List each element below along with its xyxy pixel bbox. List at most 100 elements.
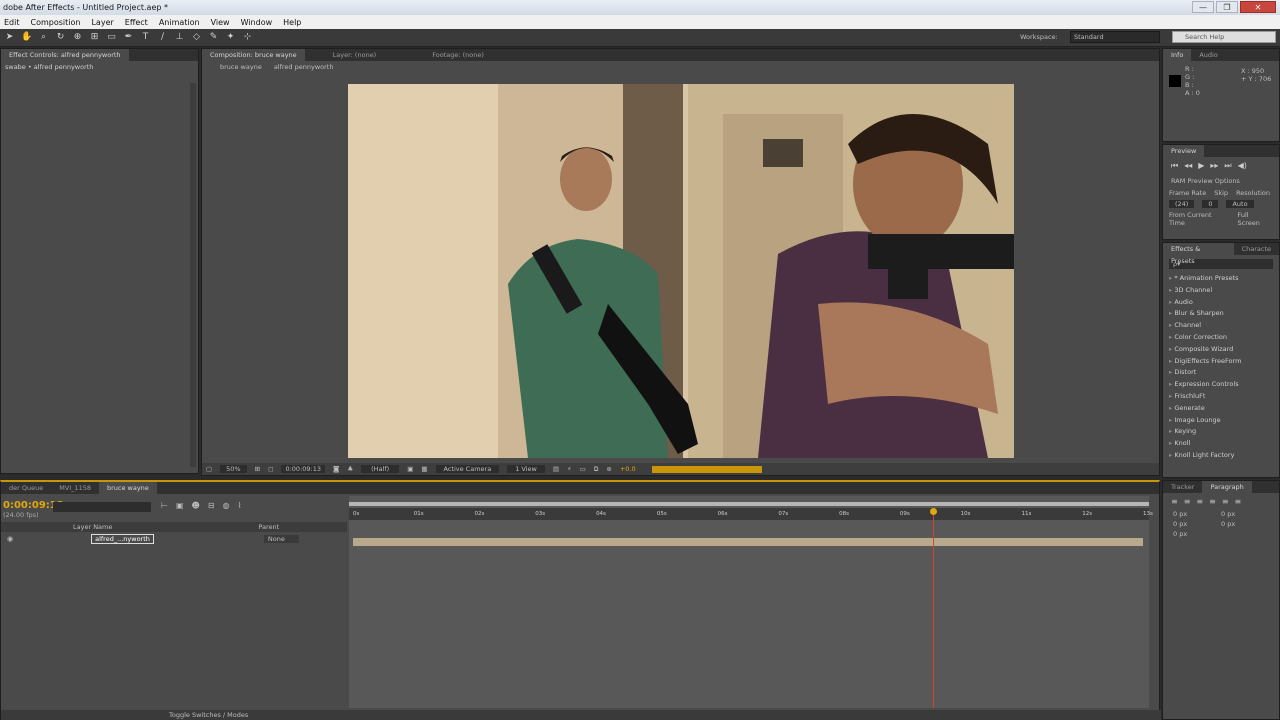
list-item[interactable]: * Animation Presets bbox=[1163, 273, 1279, 285]
hand-tool-icon[interactable]: ✋ bbox=[21, 32, 32, 43]
type-tool-icon[interactable]: T bbox=[140, 32, 151, 43]
menu-view[interactable]: View bbox=[211, 18, 230, 27]
ram-preview-options[interactable]: RAM Preview Options bbox=[1163, 175, 1279, 187]
tab-paragraph[interactable]: Paragraph bbox=[1202, 481, 1252, 493]
pixel-aspect-icon[interactable]: ▤ bbox=[553, 465, 559, 473]
breadcrumb-layer[interactable]: alfred pennyworth bbox=[274, 63, 334, 71]
comp-mini-flowchart-icon[interactable]: ⊢ bbox=[161, 501, 168, 510]
list-item[interactable]: Color Correction bbox=[1163, 332, 1279, 344]
graph-editor-icon[interactable]: ⌇ bbox=[238, 501, 242, 510]
indent-right[interactable]: 0 px bbox=[1221, 510, 1269, 518]
clone-tool-icon[interactable]: ⊥ bbox=[174, 32, 185, 43]
justify-left-icon[interactable]: ≡ bbox=[1209, 497, 1216, 506]
work-area-bar[interactable] bbox=[349, 502, 1149, 506]
list-item[interactable]: DigiEffects FreeForm bbox=[1163, 356, 1279, 368]
list-item[interactable]: Distort bbox=[1163, 367, 1279, 379]
magnification-select[interactable]: 50% bbox=[220, 465, 247, 473]
view-layout-select[interactable]: 1 View bbox=[507, 465, 545, 473]
tab-mvi[interactable]: MVI_1158 bbox=[51, 482, 99, 494]
maximize-button[interactable]: ❐ bbox=[1216, 1, 1238, 13]
composition-frame[interactable] bbox=[348, 84, 1014, 458]
last-frame-icon[interactable]: ⏭ bbox=[1224, 161, 1231, 171]
timeline-track-area[interactable]: 0s 01s 02s 03s 04s 05s 06s 07s 08s 09s 10s 11s 12s 13… bbox=[349, 496, 1153, 708]
scrollbar[interactable] bbox=[190, 83, 196, 467]
list-item[interactable]: Expression Controls bbox=[1163, 379, 1279, 391]
resolution-select[interactable]: Auto bbox=[1226, 200, 1254, 208]
audio-icon[interactable]: ◀) bbox=[1238, 161, 1247, 171]
indent-left[interactable]: 0 px bbox=[1173, 510, 1221, 518]
tab-tracker[interactable]: Tracker bbox=[1163, 481, 1202, 493]
list-item[interactable]: Channel bbox=[1163, 320, 1279, 332]
timeline-footer[interactable]: Toggle Switches / Modes bbox=[1, 710, 1161, 720]
menu-animation[interactable]: Animation bbox=[159, 18, 200, 27]
current-time-display[interactable]: 0:00:09:13 bbox=[281, 465, 325, 473]
tab-info[interactable]: Info bbox=[1163, 49, 1192, 61]
first-frame-icon[interactable]: ⏮ bbox=[1171, 161, 1178, 171]
roto-brush-tool-icon[interactable]: ✎ bbox=[208, 32, 219, 43]
eraser-tool-icon[interactable]: ◇ bbox=[191, 32, 202, 43]
close-button[interactable]: ✕ bbox=[1240, 1, 1276, 13]
tab-render-queue[interactable]: der Queue bbox=[1, 482, 51, 494]
zoom-tool-icon[interactable]: ⌕ bbox=[38, 32, 49, 43]
tab-composition[interactable]: Composition: bruce wayne bbox=[202, 49, 305, 61]
timeline-search-input[interactable] bbox=[53, 502, 151, 512]
timeline-icon[interactable]: ▭ bbox=[580, 465, 586, 473]
grid-icon[interactable]: ⊞ bbox=[255, 465, 260, 473]
breadcrumb-comp[interactable]: bruce wayne bbox=[220, 63, 262, 71]
tab-character[interactable]: Characte bbox=[1234, 243, 1279, 255]
search-help-input[interactable]: Search Help bbox=[1172, 31, 1276, 43]
tab-effect-controls[interactable]: Effect Controls: alfred pennyworth bbox=[1, 49, 129, 61]
tab-footage[interactable]: Footage: (none) bbox=[424, 49, 492, 61]
space-after[interactable]: 0 px bbox=[1173, 530, 1221, 538]
list-item[interactable]: FrischluFt bbox=[1163, 391, 1279, 403]
rectangle-tool-icon[interactable]: ▭ bbox=[106, 32, 117, 43]
table-row[interactable]: ◉ alfred_...nyworth None bbox=[1, 534, 347, 544]
frame-rate-select[interactable]: (24) bbox=[1169, 200, 1195, 208]
exposure-value[interactable]: +0.0 bbox=[620, 465, 636, 473]
justify-center-icon[interactable]: ≡ bbox=[1222, 497, 1229, 506]
full-screen-checkbox[interactable]: Full Screen bbox=[1238, 211, 1274, 227]
list-item[interactable]: 3D Channel bbox=[1163, 285, 1279, 297]
tab-effects-presets[interactable]: Effects & Presets bbox=[1163, 243, 1234, 265]
menu-composition[interactable]: Composition bbox=[31, 18, 81, 27]
align-right-icon[interactable]: ≡ bbox=[1196, 497, 1203, 506]
tab-audio[interactable]: Audio bbox=[1191, 49, 1225, 61]
visibility-icon[interactable]: ◉ bbox=[7, 535, 13, 543]
brush-tool-icon[interactable]: ∕ bbox=[157, 32, 168, 43]
menu-effect[interactable]: Effect bbox=[125, 18, 148, 27]
tab-layer[interactable]: Layer: (none) bbox=[325, 49, 385, 61]
reset-exposure-icon[interactable]: ⊛ bbox=[606, 465, 611, 473]
space-before[interactable]: 0 px bbox=[1221, 520, 1269, 528]
mask-icon[interactable]: ◻ bbox=[268, 465, 273, 473]
list-item[interactable]: Keying bbox=[1163, 426, 1279, 438]
rotate-tool-icon[interactable]: ↻ bbox=[55, 32, 66, 43]
camera-tool-icon[interactable]: ⊕ bbox=[72, 32, 83, 43]
channel-icon[interactable]: ♣ bbox=[347, 465, 353, 473]
list-item[interactable]: Blur & Sharpen bbox=[1163, 308, 1279, 320]
menu-window[interactable]: Window bbox=[241, 18, 273, 27]
roi-icon[interactable]: ▣ bbox=[407, 465, 413, 473]
workspace-select[interactable]: Standard bbox=[1070, 31, 1160, 43]
next-frame-icon[interactable]: ▸▸ bbox=[1210, 161, 1218, 171]
from-current-time-checkbox[interactable]: From Current Time bbox=[1169, 211, 1230, 227]
frame-blending-icon[interactable]: ⊟ bbox=[208, 501, 215, 510]
playhead[interactable] bbox=[932, 508, 934, 708]
layer-parent-select[interactable]: None bbox=[263, 535, 299, 543]
prev-frame-icon[interactable]: ◂◂ bbox=[1184, 161, 1192, 171]
pan-behind-tool-icon[interactable]: ⊞ bbox=[89, 32, 100, 43]
menu-layer[interactable]: Layer bbox=[91, 18, 113, 27]
pen-tool-icon[interactable]: ✒ bbox=[123, 32, 134, 43]
list-item[interactable]: Image Lounge bbox=[1163, 415, 1279, 427]
layer-bar[interactable] bbox=[353, 538, 1143, 546]
menu-edit[interactable]: Edit bbox=[4, 18, 20, 27]
tab-bruce-wayne[interactable]: bruce wayne bbox=[98, 482, 157, 494]
time-ruler[interactable]: 0s 01s 02s 03s 04s 05s 06s 07s 08s 09s 10s 11s 12s 13… bbox=[349, 508, 1153, 520]
skip-field[interactable]: 0 bbox=[1202, 200, 1219, 208]
minimize-button[interactable]: — bbox=[1192, 1, 1214, 13]
snapshot-icon[interactable]: ◙ bbox=[333, 465, 339, 473]
menu-help[interactable]: Help bbox=[283, 18, 301, 27]
justify-right-icon[interactable]: ≡ bbox=[1235, 497, 1242, 506]
list-item[interactable]: Composite Wizard bbox=[1163, 344, 1279, 356]
tab-preview[interactable]: Preview bbox=[1163, 145, 1205, 157]
hide-shy-icon[interactable]: ☻ bbox=[192, 501, 200, 510]
